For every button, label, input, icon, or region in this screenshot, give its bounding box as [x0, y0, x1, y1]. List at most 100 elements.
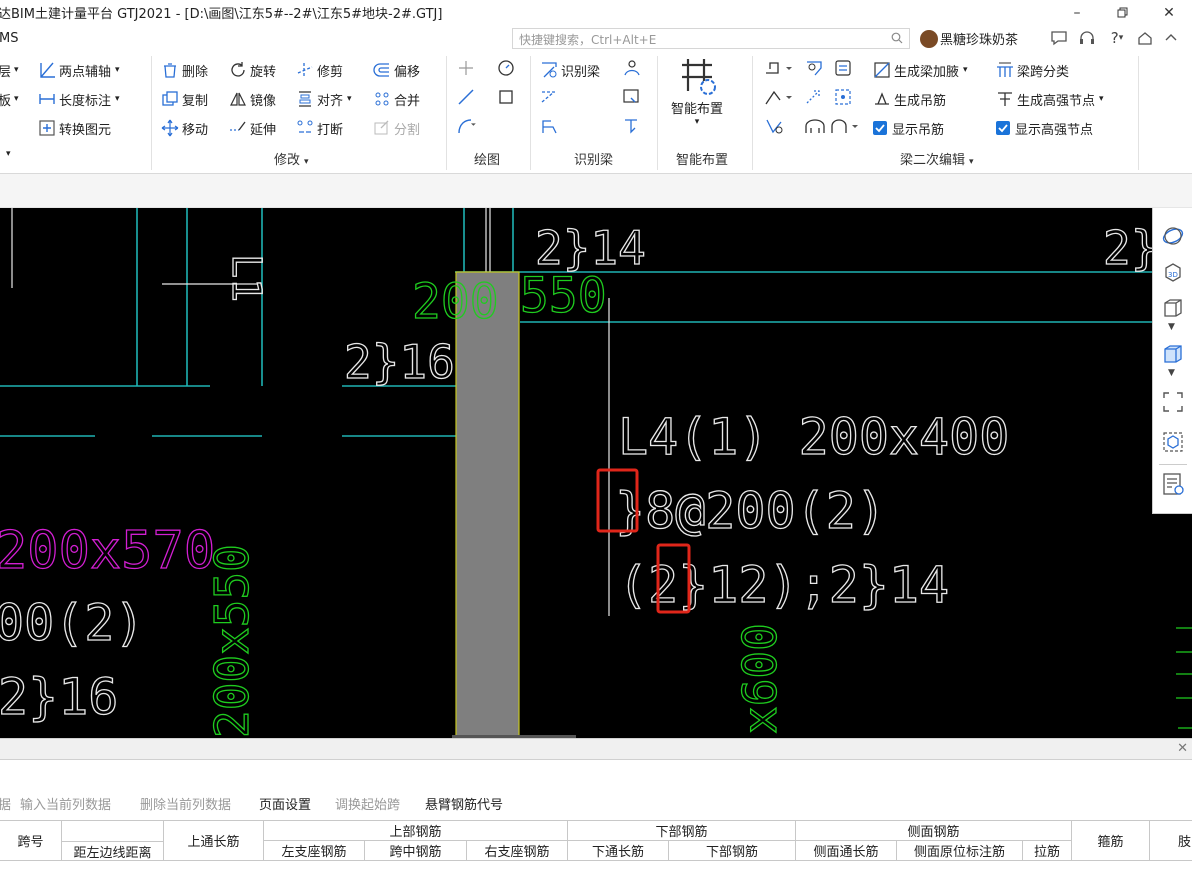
- modify-group-label[interactable]: 修改 ▾: [274, 149, 309, 168]
- header-right-support: 右支座钢筋: [467, 841, 568, 861]
- trim-button[interactable]: 修剪: [296, 59, 343, 81]
- chevron-up-icon[interactable]: [1160, 28, 1182, 48]
- length-dimension-button[interactable]: 长度标注 ▾: [38, 88, 120, 110]
- column-rect[interactable]: [455, 271, 520, 738]
- rotate-label: 旋转: [250, 64, 277, 80]
- cad-drawing[interactable]: L1 2}14 2} 200 550 2}16 L4(1) 200x400 }8…: [0, 208, 1192, 738]
- beam-report-icon[interactable]: [622, 88, 642, 106]
- break-button[interactable]: 打断: [296, 117, 343, 139]
- home-icon[interactable]: [1134, 28, 1156, 48]
- panel-header: ✕: [0, 738, 1192, 760]
- generate-hanger-label: 生成吊筋: [894, 93, 947, 109]
- convert-element-button[interactable]: 转换图元: [38, 117, 111, 139]
- beam-check-icon[interactable]: [540, 88, 560, 106]
- beam-tool-icon-5[interactable]: [804, 88, 826, 106]
- header-stirrup: 箍筋: [1072, 821, 1150, 861]
- group0-expand-icon[interactable]: ▾: [6, 149, 11, 159]
- beam-tool-icon-2[interactable]: [804, 59, 826, 77]
- convert-element-icon: [39, 120, 55, 136]
- beam-tool-icon-9[interactable]: [830, 117, 862, 135]
- checkbox-checked-icon: [996, 121, 1010, 135]
- ribbon-separator: [657, 56, 658, 170]
- 3d-view-icon[interactable]: 3D: [1161, 260, 1185, 284]
- fullscreen-icon[interactable]: [1161, 390, 1185, 414]
- show-hanger-checkbox[interactable]: 显示吊筋: [873, 117, 944, 139]
- beam-edit-icon[interactable]: [622, 117, 642, 135]
- user-name[interactable]: 黑糖珍珠奶茶: [940, 29, 1018, 48]
- extend-button[interactable]: 延伸: [229, 117, 276, 139]
- beam-span-icon[interactable]: [540, 117, 560, 135]
- delete-button[interactable]: 删除: [161, 59, 208, 81]
- haunch-icon: [874, 62, 890, 78]
- beam-tool-icon-8[interactable]: [804, 117, 826, 135]
- label-magenta-beam: 200x570: [0, 521, 215, 581]
- move-button[interactable]: 移动: [161, 117, 208, 139]
- label-green-550: 550: [520, 268, 607, 324]
- figure-icon[interactable]: [622, 59, 642, 77]
- line-icon[interactable]: [457, 88, 475, 106]
- page-setup-button[interactable]: 页面设置: [259, 794, 311, 813]
- arc-icon[interactable]: [457, 117, 483, 135]
- span-classify-button[interactable]: 梁跨分类: [996, 59, 1069, 81]
- rectangle-icon[interactable]: [497, 88, 515, 106]
- headset-icon[interactable]: [1076, 28, 1098, 48]
- two-point-axis-label: 两点辅轴: [59, 64, 112, 80]
- help-button[interactable]: ? ▾: [1104, 28, 1130, 48]
- align-button[interactable]: 对齐 ▾: [296, 88, 352, 110]
- beam-tool-icon-1[interactable]: [764, 59, 794, 77]
- cantilever-code-button[interactable]: 悬臂钢筋代号: [425, 794, 503, 813]
- split-button[interactable]: 分割: [373, 117, 420, 139]
- label-rebar-top-right: 2}: [1103, 221, 1158, 275]
- label-rebar-216: 2}16: [344, 335, 455, 389]
- close-panel-icon[interactable]: ✕: [1177, 741, 1188, 756]
- show-high-strength-checkbox[interactable]: 显示高强节点: [996, 117, 1093, 139]
- point-icon[interactable]: [457, 59, 475, 77]
- slab-dropdown[interactable]: 板 ▾: [0, 88, 19, 110]
- split-icon: [374, 120, 389, 135]
- beam-tool-icon-3[interactable]: [834, 59, 854, 77]
- beam-tool-icon-4[interactable]: [764, 88, 794, 106]
- orbit-icon[interactable]: [1161, 224, 1185, 248]
- minimize-button[interactable]: –: [1054, 0, 1100, 26]
- generate-hanger-button[interactable]: 生成吊筋: [873, 88, 946, 110]
- layer-dropdown[interactable]: 层 ▾: [0, 59, 19, 81]
- solid-cube-icon[interactable]: [1161, 342, 1185, 366]
- offset-button[interactable]: 偏移: [373, 59, 420, 81]
- copy-button[interactable]: 复制: [161, 88, 208, 110]
- solid-cube-dropdown-icon[interactable]: ▼: [1168, 368, 1175, 378]
- cad-canvas[interactable]: L1 2}14 2} 200 550 2}16 L4(1) 200x400 }8…: [0, 208, 1192, 738]
- beam2-label: 梁二次编辑: [900, 153, 966, 168]
- delete-column-button[interactable]: 删除当前列数据: [140, 794, 231, 813]
- view-toolstrip: 3D ▼ ▼: [1152, 208, 1192, 514]
- beam-tool-icon-6[interactable]: [834, 88, 854, 106]
- restore-button[interactable]: [1100, 0, 1146, 26]
- cube-view-dropdown-icon[interactable]: ▼: [1168, 322, 1175, 332]
- beam2-group-label[interactable]: 梁二次编辑 ▾: [900, 149, 974, 168]
- swap-start-span-button[interactable]: 调换起始跨: [335, 794, 400, 813]
- recognize-beam-button[interactable]: 识别梁: [540, 59, 600, 81]
- generate-haunch-button[interactable]: 生成梁加腋 ▾: [873, 59, 968, 81]
- generate-high-strength-button[interactable]: 生成高强节点 ▾: [996, 88, 1104, 110]
- box-select-icon[interactable]: [1161, 430, 1185, 454]
- menu-item-partial[interactable]: MS: [0, 31, 18, 46]
- input-column-button[interactable]: 输入当前列数据: [20, 794, 111, 813]
- rotate-button[interactable]: 旋转: [229, 59, 276, 81]
- beam-tool-icon-7[interactable]: [764, 117, 786, 135]
- header-top-through: 上通长筋: [164, 821, 264, 861]
- merge-button[interactable]: 合并: [373, 88, 420, 110]
- shortcut-search-input[interactable]: 快捷键搜索，Ctrl+Alt+E: [512, 28, 910, 49]
- break-icon: [297, 120, 313, 133]
- cube-view-icon[interactable]: [1161, 296, 1185, 320]
- two-point-axis-button[interactable]: 两点辅轴 ▾: [38, 59, 120, 81]
- smart-layout-button[interactable]: 智能布置 ▾: [666, 57, 728, 145]
- two-point-axis-icon: [40, 62, 55, 78]
- ribbon-separator: [530, 56, 531, 170]
- avatar[interactable]: [920, 30, 938, 48]
- layer-display-icon[interactable]: [1161, 472, 1185, 496]
- trim-label: 修剪: [317, 64, 344, 80]
- toolbar-partial[interactable]: 据: [0, 794, 11, 813]
- close-button[interactable]: ✕: [1146, 0, 1192, 26]
- mirror-button[interactable]: 镜像: [229, 88, 276, 110]
- clock-icon[interactable]: [497, 59, 515, 77]
- chat-icon[interactable]: [1048, 28, 1070, 48]
